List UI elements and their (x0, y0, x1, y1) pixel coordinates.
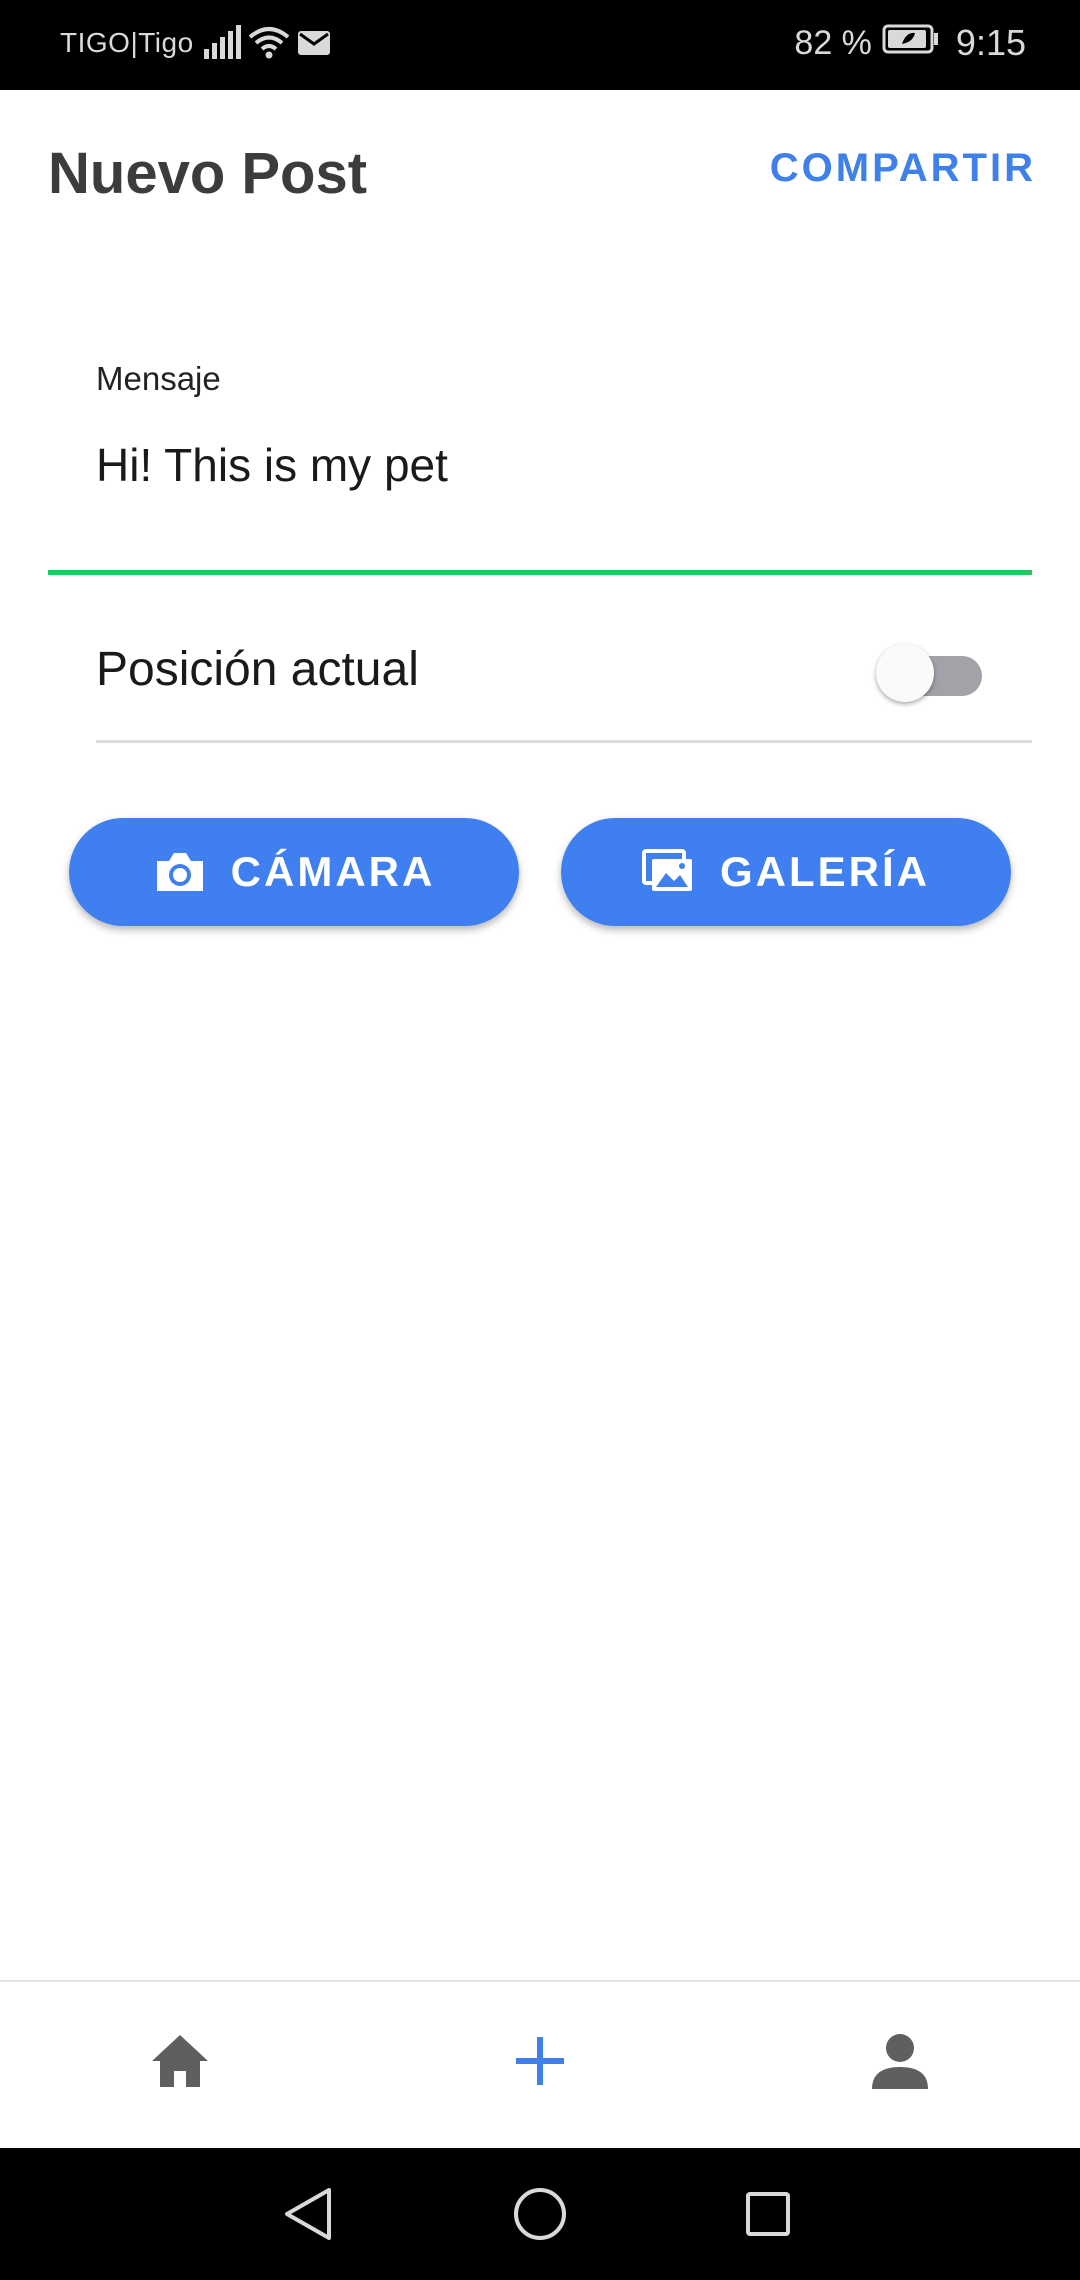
add-icon (514, 2035, 566, 2092)
person-icon (870, 2031, 930, 2096)
message-input[interactable] (96, 430, 1026, 500)
gallery-label: GALERÍA (720, 848, 930, 895)
carrier-name: TIGO|Tigo (60, 27, 194, 58)
divider (96, 740, 1032, 743)
clock: 9:15 (955, 22, 1026, 63)
gallery-icon (642, 849, 696, 895)
system-home-button[interactable] (508, 2184, 572, 2248)
recents-square-icon (742, 2188, 794, 2245)
status-icons (202, 24, 332, 64)
position-label: Posición actual (96, 643, 419, 696)
message-label: Mensaje (96, 360, 221, 397)
position-toggle[interactable] (876, 644, 986, 702)
toggle-thumb (876, 644, 934, 702)
battery-percent: 82 % (794, 23, 872, 62)
signal-icon (202, 24, 242, 64)
nav-home[interactable] (135, 2018, 225, 2108)
system-back-button[interactable] (276, 2184, 340, 2248)
nav-add[interactable] (495, 2018, 585, 2108)
home-icon (150, 2033, 210, 2094)
bottom-nav (0, 1980, 1080, 2150)
nav-profile[interactable] (855, 2018, 945, 2108)
system-nav-bar (0, 2148, 1080, 2280)
battery-icon (882, 24, 940, 63)
camera-label: CÁMARA (230, 848, 436, 895)
wifi-icon (248, 25, 290, 64)
page-title: Nuevo Post (48, 141, 368, 206)
share-button[interactable]: COMPARTIR (770, 146, 1036, 191)
mail-icon (296, 27, 332, 62)
back-triangle-icon (281, 2186, 335, 2247)
system-recents-button[interactable] (736, 2184, 800, 2248)
message-underline (48, 570, 1032, 575)
status-right: 82 % 9:15 (794, 22, 1026, 64)
camera-button[interactable]: CÁMARA (69, 818, 519, 926)
camera-icon (153, 849, 207, 895)
home-circle-icon (512, 2186, 568, 2247)
gallery-button[interactable]: GALERÍA (561, 818, 1011, 926)
status-bar: TIGO|Tigo 82 % 9:15 (0, 0, 1080, 90)
